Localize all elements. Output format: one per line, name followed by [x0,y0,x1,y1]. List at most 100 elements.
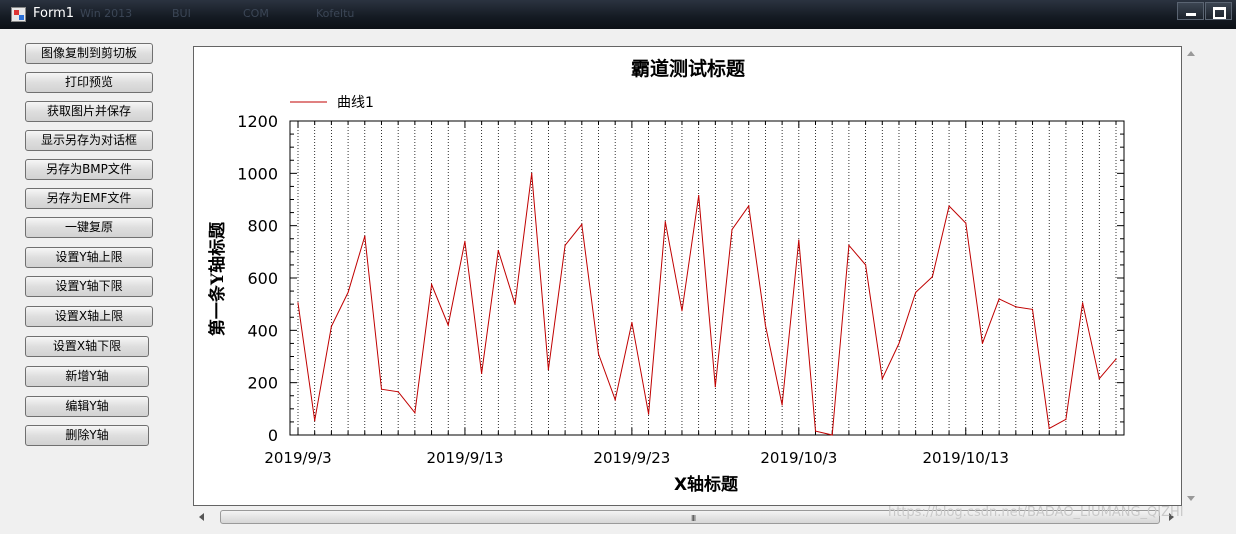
scroll-down-icon[interactable] [1187,496,1195,501]
data-point [547,368,550,371]
chart-canvas: 霸道测试标题 曲线1 0 200 400 600 800 1000 1200 2019/9/… [207,57,1125,495]
data-point [347,291,349,293]
data-point [397,391,399,393]
data-point [497,249,499,252]
data-point [898,342,900,345]
data-point [1015,306,1017,308]
y-tick-label: 800 [247,217,278,236]
data-point [1065,418,1067,420]
save-as-dialog-button[interactable]: 显示另存为对话框 [25,130,153,151]
chart-title: 霸道测试标题 [631,57,745,80]
set-x-max-button[interactable]: 设置X轴上限 [25,306,153,327]
set-y-max-button[interactable]: 设置Y轴上限 [25,247,153,268]
data-point [481,372,483,375]
data-point [731,228,733,231]
data-point [447,324,449,326]
x-tick-label: 2019/10/13 [923,449,1009,467]
legend-label: 曲线1 [337,95,374,111]
data-point [848,244,850,246]
data-point [631,321,633,324]
x-gridlines [297,121,1117,435]
data-point [764,324,767,326]
data-point [998,298,1000,300]
x-tick-label: 2019/10/3 [760,449,837,467]
x-tick-label: 2019/9/3 [264,449,331,467]
data-point [1031,308,1034,310]
delete-y-axis-button[interactable]: 删除Y轴 [25,425,149,446]
data-point [931,276,933,278]
data-point [597,353,600,355]
data-point [748,205,750,207]
data-point [297,302,299,304]
y-tick-label: 600 [247,269,278,288]
y-axis-title: 第一条Y轴标题 [207,221,228,336]
data-point [531,172,533,174]
data-point [948,205,950,207]
background-text: Kofeltu [316,7,355,20]
data-point [364,235,366,237]
x-tick-labels: 2019/9/3 2019/9/13 2019/9/23 2019/10/3 2019/… [264,449,1009,467]
scroll-up-icon[interactable] [1187,51,1195,56]
data-point [1098,378,1100,380]
maximize-button[interactable] [1205,2,1232,20]
minimize-button[interactable] [1177,2,1204,20]
background-text: COM [243,7,269,20]
window-title: Form1 [33,6,75,21]
x-axis-title: X轴标题 [674,474,739,495]
data-point [681,310,683,312]
data-point [1115,358,1117,360]
data-point [430,283,433,286]
print-preview-button[interactable]: 打印预览 [25,72,153,93]
background-text: Win 2013 [80,7,133,20]
background-text: BUI [172,7,191,20]
x-tick-label: 2019/9/23 [593,449,670,467]
data-point [981,342,984,345]
data-point [664,221,666,223]
data-point [614,399,616,401]
y-tick-labels: 0 200 400 600 800 1000 1200 [237,112,278,445]
scroll-left-icon[interactable] [199,513,204,521]
series-line [297,173,1117,436]
data-point [698,194,700,197]
x-tick-label: 2019/9/13 [426,449,503,467]
data-point [798,239,800,241]
vertical-scrollbar[interactable] [1185,46,1197,506]
data-point [1082,302,1084,304]
reset-button[interactable]: 一键复原 [25,217,153,238]
data-point [864,264,867,266]
data-point [814,430,817,432]
data-point [781,404,783,406]
save-image-button[interactable]: 获取图片并保存 [25,101,153,122]
data-point [514,303,516,305]
data-point [831,434,833,436]
data-point [380,388,383,390]
save-bmp-button[interactable]: 另存为BMP文件 [25,159,153,180]
save-emf-button[interactable]: 另存为EMF文件 [25,188,153,209]
data-point [414,412,416,414]
title-bar[interactable]: Form1 Win 2013 BUI COM Kofeltu [0,0,1236,29]
zedgraph-chart[interactable]: 霸道测试标题 曲线1 0 200 400 600 800 1000 1200 2019/9/… [193,46,1182,506]
data-point [330,325,332,328]
y-tick-label: 400 [247,321,278,340]
data-point [314,420,316,422]
edit-y-axis-button[interactable]: 编辑Y轴 [25,396,149,417]
watermark: https://blog.csdn.net/BADAO_LIUMANG_QIZH… [888,505,1184,520]
copy-image-button[interactable]: 图像复制到剪切板 [25,43,153,64]
y-tick-label: 0 [268,426,278,445]
data-point [581,223,583,225]
data-point [647,413,650,415]
set-x-min-button[interactable]: 设置X轴下限 [25,336,149,357]
set-y-min-button[interactable]: 设置Y轴下限 [25,276,153,297]
y-tick-label: 1000 [237,164,278,183]
series-curve1 [297,172,1117,436]
add-y-axis-button[interactable]: 新增Y轴 [25,366,149,387]
y-tick-label: 200 [247,374,278,393]
scrollbar-grip-icon: III [691,514,696,523]
app-icon [11,7,26,22]
data-point [881,378,883,380]
data-point [1048,427,1050,430]
data-point [564,244,566,246]
data-point [915,291,917,293]
data-point [464,240,466,242]
data-point [965,222,967,224]
